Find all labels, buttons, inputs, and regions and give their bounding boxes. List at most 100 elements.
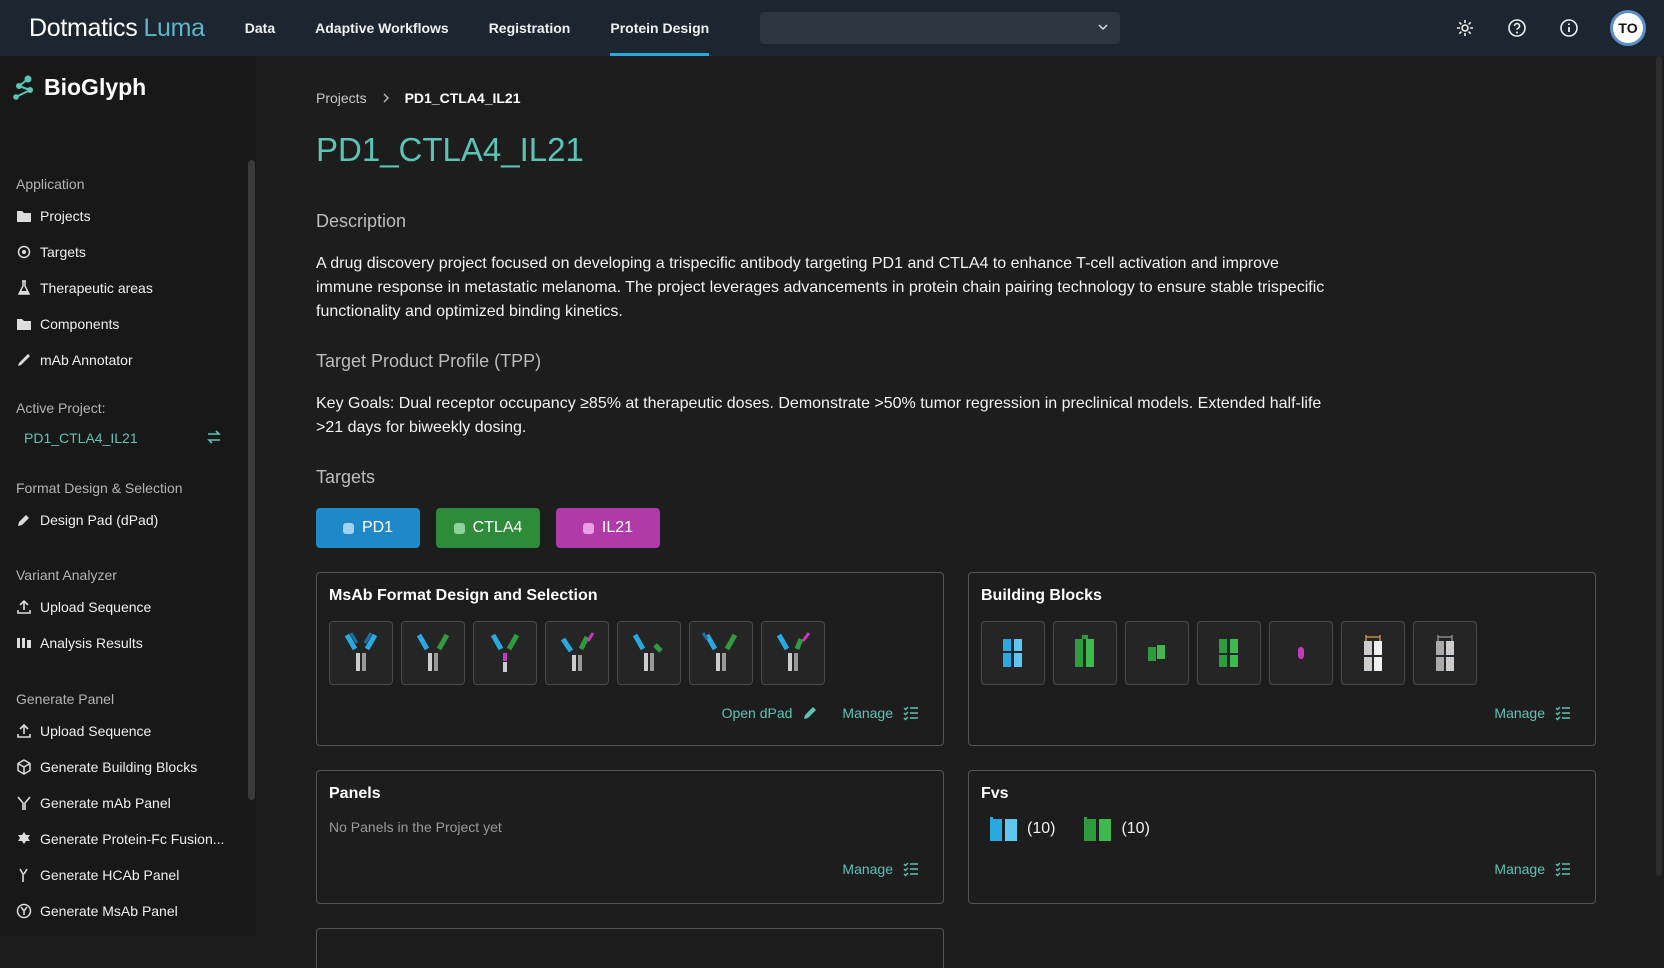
- fv-item-green[interactable]: (10): [1083, 817, 1150, 841]
- block-tile[interactable]: [1413, 621, 1477, 685]
- breadcrumb-projects[interactable]: Projects: [316, 90, 367, 106]
- list-check-icon: [903, 862, 918, 877]
- target-chip-ctla4[interactable]: CTLA4: [436, 508, 540, 548]
- fv-count: (10): [1121, 820, 1150, 837]
- main-scrollbar[interactable]: [1656, 56, 1662, 876]
- fv-green-icon: [1075, 635, 1094, 667]
- format-tile[interactable]: [329, 621, 393, 685]
- building-blocks-card: Building Blocks Manage: [968, 572, 1596, 746]
- open-dpad-link[interactable]: Open dPad: [722, 705, 819, 721]
- pencil-icon: [16, 512, 32, 528]
- nav-adaptive-workflows[interactable]: Adaptive Workflows: [315, 0, 449, 56]
- format-tile[interactable]: [617, 621, 681, 685]
- fc-icon: [1364, 635, 1382, 671]
- fv-list: (10) (10): [989, 817, 1178, 841]
- app-logo[interactable]: BioGlyph: [12, 74, 146, 101]
- manage-link[interactable]: Manage: [1494, 861, 1571, 877]
- sidebar-item-label: Upload Sequence: [40, 599, 152, 615]
- panels-card: Panels No Panels in the Project yet Mana…: [316, 770, 944, 904]
- sidebar-item-label: Therapeutic areas: [40, 280, 153, 296]
- active-project-link[interactable]: PD1_CTLA4_IL21: [24, 430, 138, 446]
- sidebar-item-design-pad[interactable]: Design Pad (dPad): [16, 509, 236, 531]
- block-tile[interactable]: [1125, 621, 1189, 685]
- swap-icon[interactable]: [206, 429, 222, 445]
- nav-protein-design[interactable]: Protein Design: [610, 0, 709, 56]
- card-title: Panels: [329, 785, 381, 802]
- gear-icon[interactable]: [1454, 17, 1476, 39]
- sidebar-item-label: Generate Protein-Fc Fusion...: [40, 831, 225, 847]
- upload-icon: [16, 599, 32, 615]
- card-actions: Manage: [1494, 861, 1571, 877]
- target-icon: [16, 244, 32, 260]
- sidebar-item-analysis-results[interactable]: Analysis Results: [16, 632, 236, 654]
- sidebar-scrollbar[interactable]: [248, 160, 255, 800]
- msab-format-icon: [416, 633, 450, 671]
- link-label: Manage: [842, 861, 893, 877]
- nav-registration[interactable]: Registration: [489, 0, 571, 56]
- chip-dot: [342, 522, 354, 534]
- section-generate-panel: Generate Panel: [16, 691, 115, 707]
- sidebar-item-upload-sequence[interactable]: Upload Sequence: [16, 596, 236, 618]
- sidebar-item-projects[interactable]: Projects: [16, 205, 236, 227]
- breadcrumb: Projects PD1_CTLA4_IL21: [316, 90, 521, 106]
- msab-format-icon: [701, 632, 738, 671]
- description-text: A drug discovery project focused on deve…: [316, 255, 1325, 320]
- manage-link[interactable]: Manage: [842, 861, 919, 877]
- format-tile[interactable]: [545, 621, 609, 685]
- target-chip-pd1[interactable]: PD1: [316, 508, 420, 548]
- bioglyph-logo-icon: [13, 75, 33, 100]
- avatar[interactable]: TO: [1610, 10, 1646, 46]
- msab-format-icon: [344, 632, 378, 671]
- format-tile[interactable]: [761, 621, 825, 685]
- antibody-icon: [16, 795, 32, 811]
- card-title: MsAb Format Design and Selection: [329, 587, 598, 604]
- fv-count: (10): [1027, 820, 1056, 837]
- format-tile[interactable]: [473, 621, 537, 685]
- msab-format-icon: [776, 632, 811, 671]
- folder-icon: [16, 316, 32, 332]
- sidebar-item-targets[interactable]: Targets: [16, 241, 236, 263]
- list-check-icon: [1555, 706, 1570, 721]
- fv-item-blue[interactable]: (10): [989, 817, 1055, 841]
- sidebar-item-generate-protein-fc[interactable]: Generate Protein-Fc Fusion...: [16, 828, 236, 850]
- chip-label: CTLA4: [472, 519, 523, 536]
- block-tile[interactable]: [1053, 621, 1117, 685]
- block-tile[interactable]: [1197, 621, 1261, 685]
- chip-dot: [582, 522, 594, 534]
- brand-logo[interactable]: Dotmatics Luma: [29, 14, 205, 43]
- sidebar-item-label: Analysis Results: [40, 635, 143, 651]
- project-select[interactable]: [760, 12, 1120, 44]
- help-icon[interactable]: [1506, 17, 1528, 39]
- sidebar-item-components[interactable]: Components: [16, 313, 236, 335]
- sidebar-item-mab-annotator[interactable]: mAb Annotator: [16, 349, 236, 371]
- card-actions: Manage: [842, 861, 919, 877]
- card-actions: Manage: [1494, 705, 1571, 721]
- sidebar-item-upload-sequence-2[interactable]: Upload Sequence: [16, 720, 236, 742]
- main-content: Projects PD1_CTLA4_IL21 PD1_CTLA4_IL21 D…: [256, 56, 1664, 968]
- sidebar-item-label: Design Pad (dPad): [40, 512, 159, 528]
- link-label: Open dPad: [721, 705, 793, 721]
- manage-link[interactable]: Manage: [1494, 705, 1571, 721]
- section-format-design: Format Design & Selection: [16, 480, 183, 496]
- format-tile[interactable]: [401, 621, 465, 685]
- link-label: Manage: [842, 705, 893, 721]
- block-tile[interactable]: [981, 621, 1045, 685]
- sidebar-item-generate-msab-panel[interactable]: Generate MsAb Panel: [16, 900, 236, 922]
- tpp-heading: Target Product Profile (TPP): [316, 351, 542, 371]
- sidebar-item-generate-building-blocks[interactable]: Generate Building Blocks: [16, 756, 236, 778]
- sidebar-item-generate-mab-panel[interactable]: Generate mAb Panel: [16, 792, 236, 814]
- targets-heading: Targets: [316, 467, 376, 487]
- scfv-green-icon: [1148, 645, 1165, 661]
- fusion-icon: [16, 831, 32, 847]
- panels-empty-text: No Panels in the Project yet: [329, 819, 502, 835]
- page-title: PD1_CTLA4_IL21: [316, 131, 584, 168]
- info-icon[interactable]: [1558, 17, 1580, 39]
- sidebar-item-generate-hcab-panel[interactable]: Generate HCAb Panel: [16, 864, 236, 886]
- block-tile[interactable]: [1269, 621, 1333, 685]
- sidebar-item-therapeutic-areas[interactable]: Therapeutic areas: [16, 277, 236, 299]
- format-tile[interactable]: [689, 621, 753, 685]
- manage-link[interactable]: Manage: [842, 705, 919, 721]
- target-chip-il21[interactable]: IL21: [556, 508, 660, 548]
- nav-data[interactable]: Data: [245, 0, 275, 56]
- block-tile[interactable]: [1341, 621, 1405, 685]
